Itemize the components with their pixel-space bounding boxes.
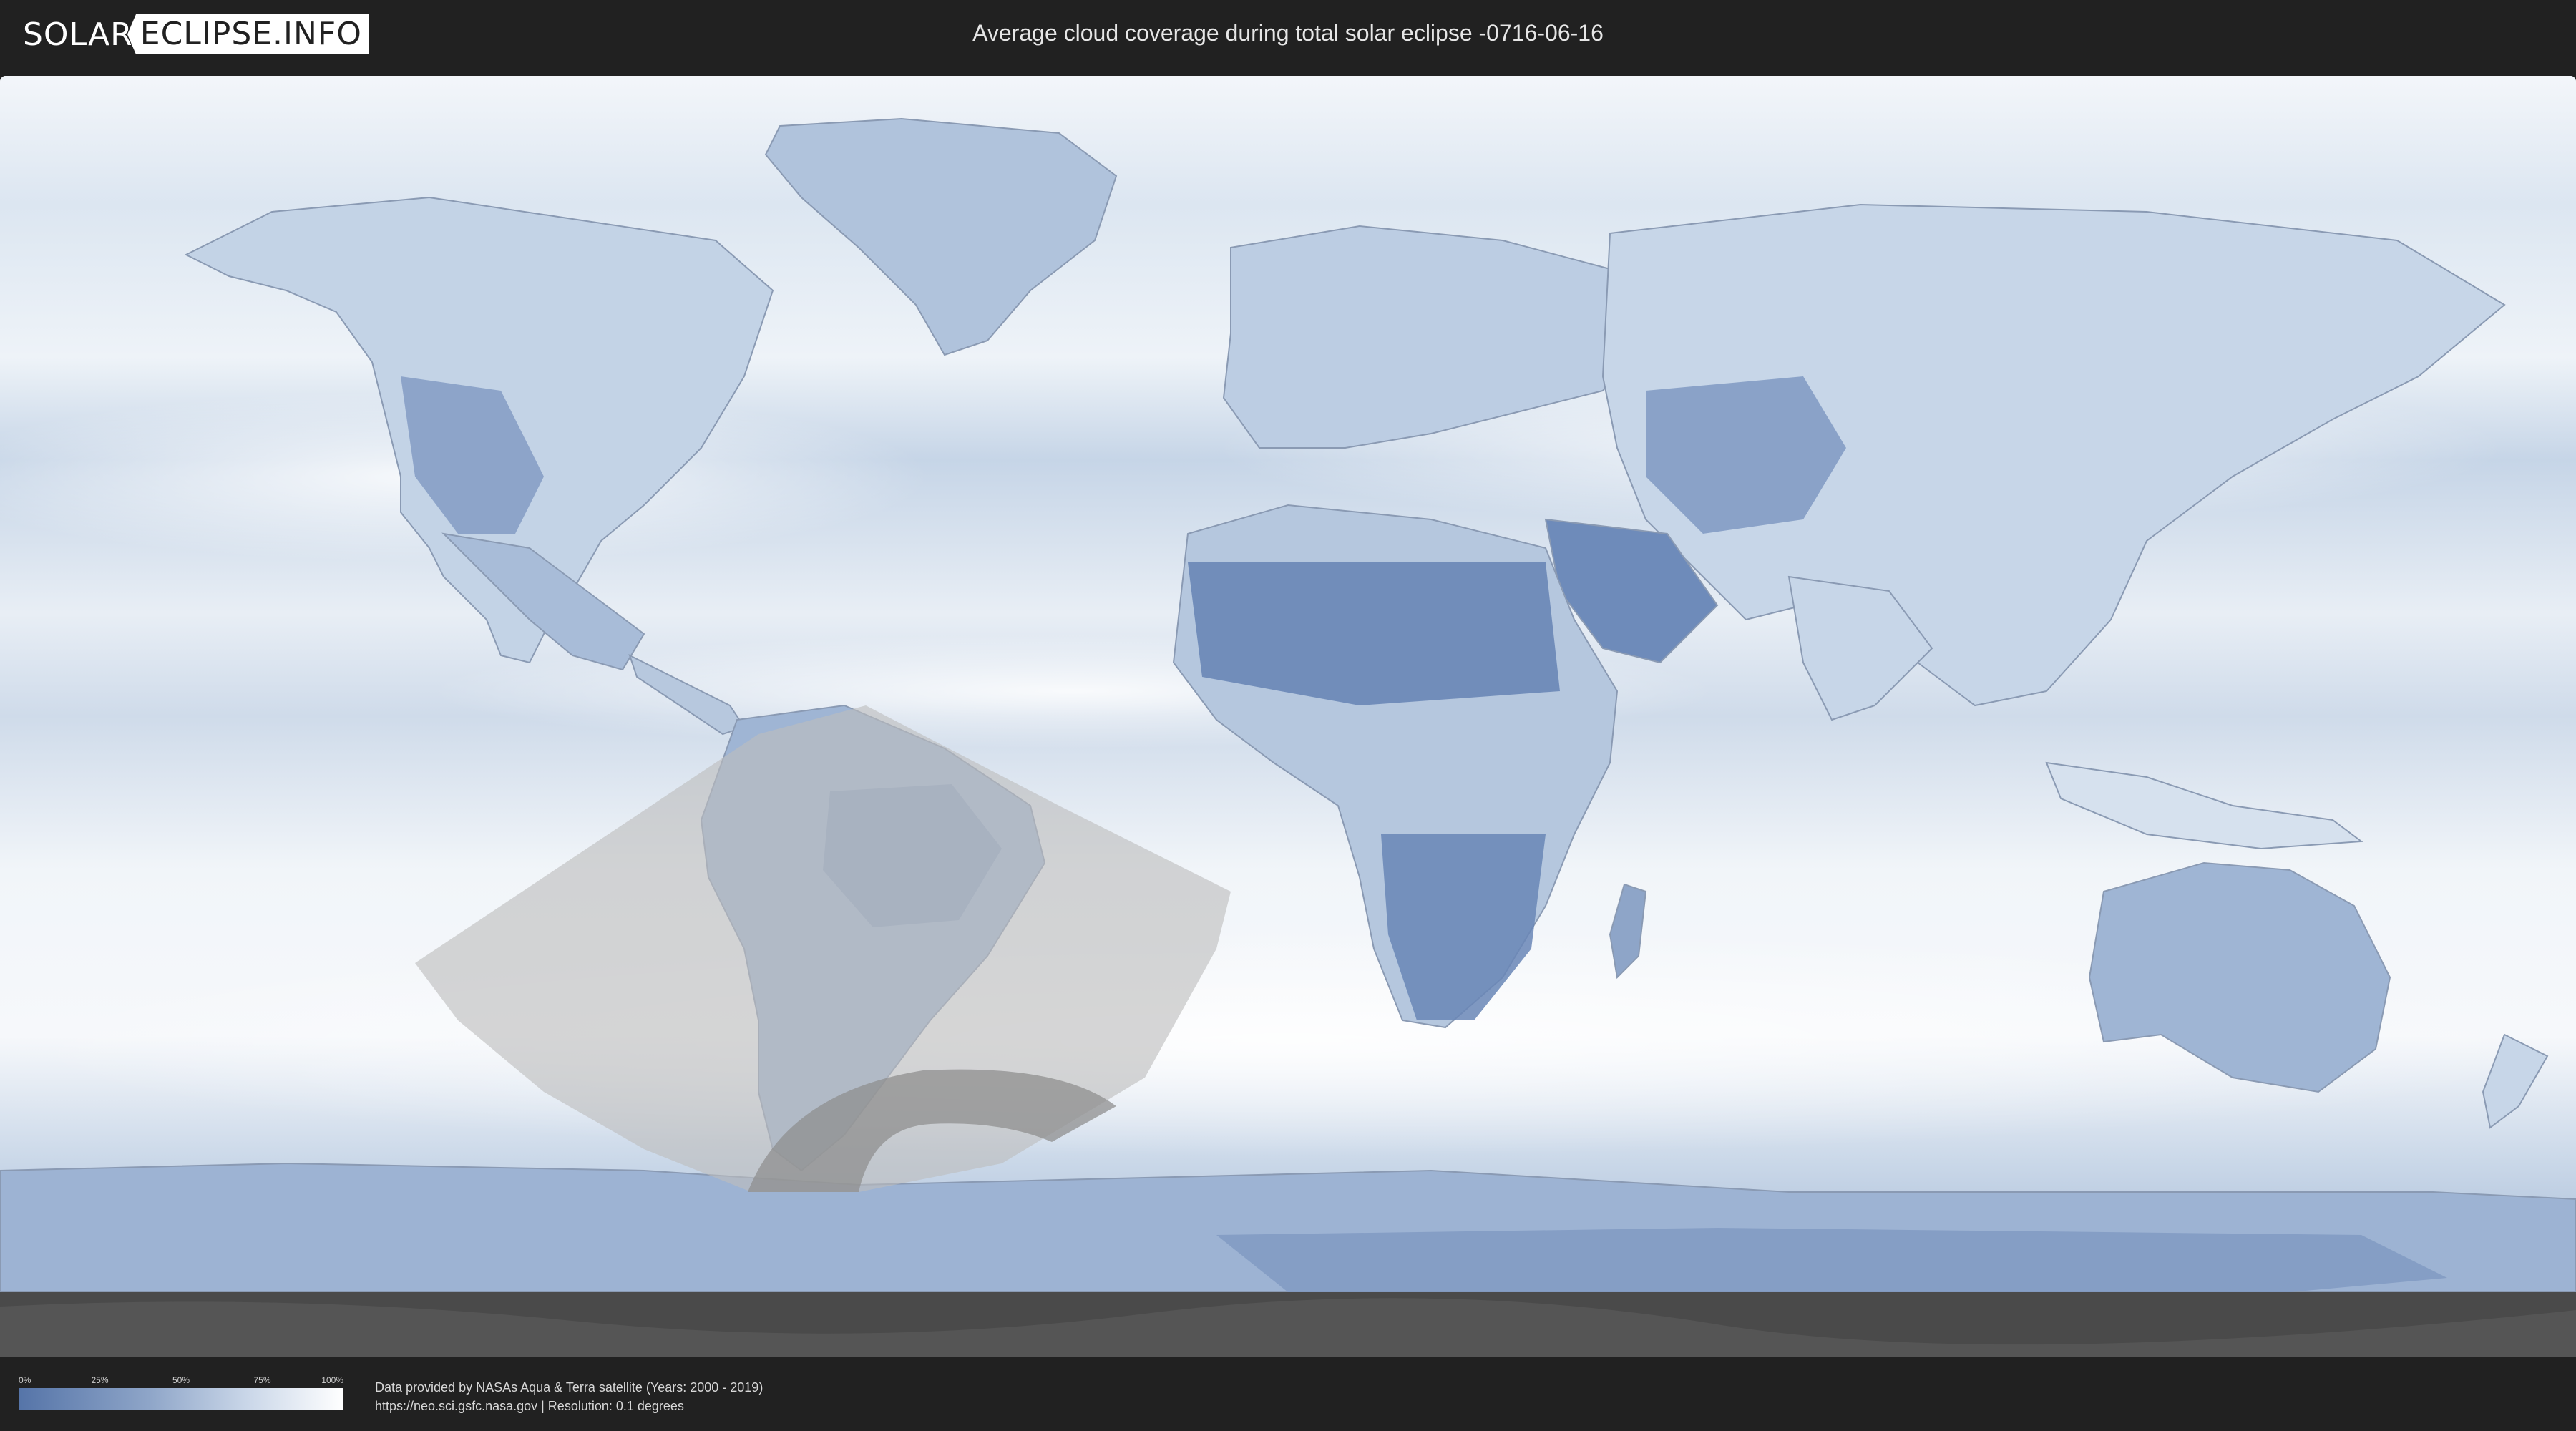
page-title: Average cloud coverage during total sola… xyxy=(972,20,1604,46)
credit-line-source: Data provided by NASAs Aqua & Terra sate… xyxy=(375,1380,763,1395)
credit-line-url[interactable]: https://neo.sci.gsfc.nasa.gov | Resoluti… xyxy=(375,1397,763,1415)
footer-bar: 0% 25% 50% 75% 100% Data provided by NAS… xyxy=(0,1357,2576,1431)
legend-tick-75: 75% xyxy=(253,1375,271,1385)
legend-tick-25: 25% xyxy=(91,1375,109,1385)
cloud-coverage-legend: 0% 25% 50% 75% 100% xyxy=(19,1375,343,1410)
legend-color-bar xyxy=(19,1388,343,1410)
antarctic-dry-region xyxy=(1216,1228,2447,1292)
cloud-coverage-map[interactable] xyxy=(0,76,2576,1357)
legend-tick-100: 100% xyxy=(321,1375,343,1385)
data-credits: Data provided by NASAs Aqua & Terra sate… xyxy=(375,1378,763,1415)
legend-ticks: 0% 25% 50% 75% 100% xyxy=(19,1375,343,1388)
legend-tick-0: 0% xyxy=(19,1375,31,1385)
world-map-svg xyxy=(0,76,2576,1357)
header-bar: SOLAR ECLIPSE.INFO Average cloud coverag… xyxy=(0,0,2576,72)
sahara-dry-region xyxy=(1188,562,1560,705)
legend-tick-50: 50% xyxy=(172,1375,190,1385)
